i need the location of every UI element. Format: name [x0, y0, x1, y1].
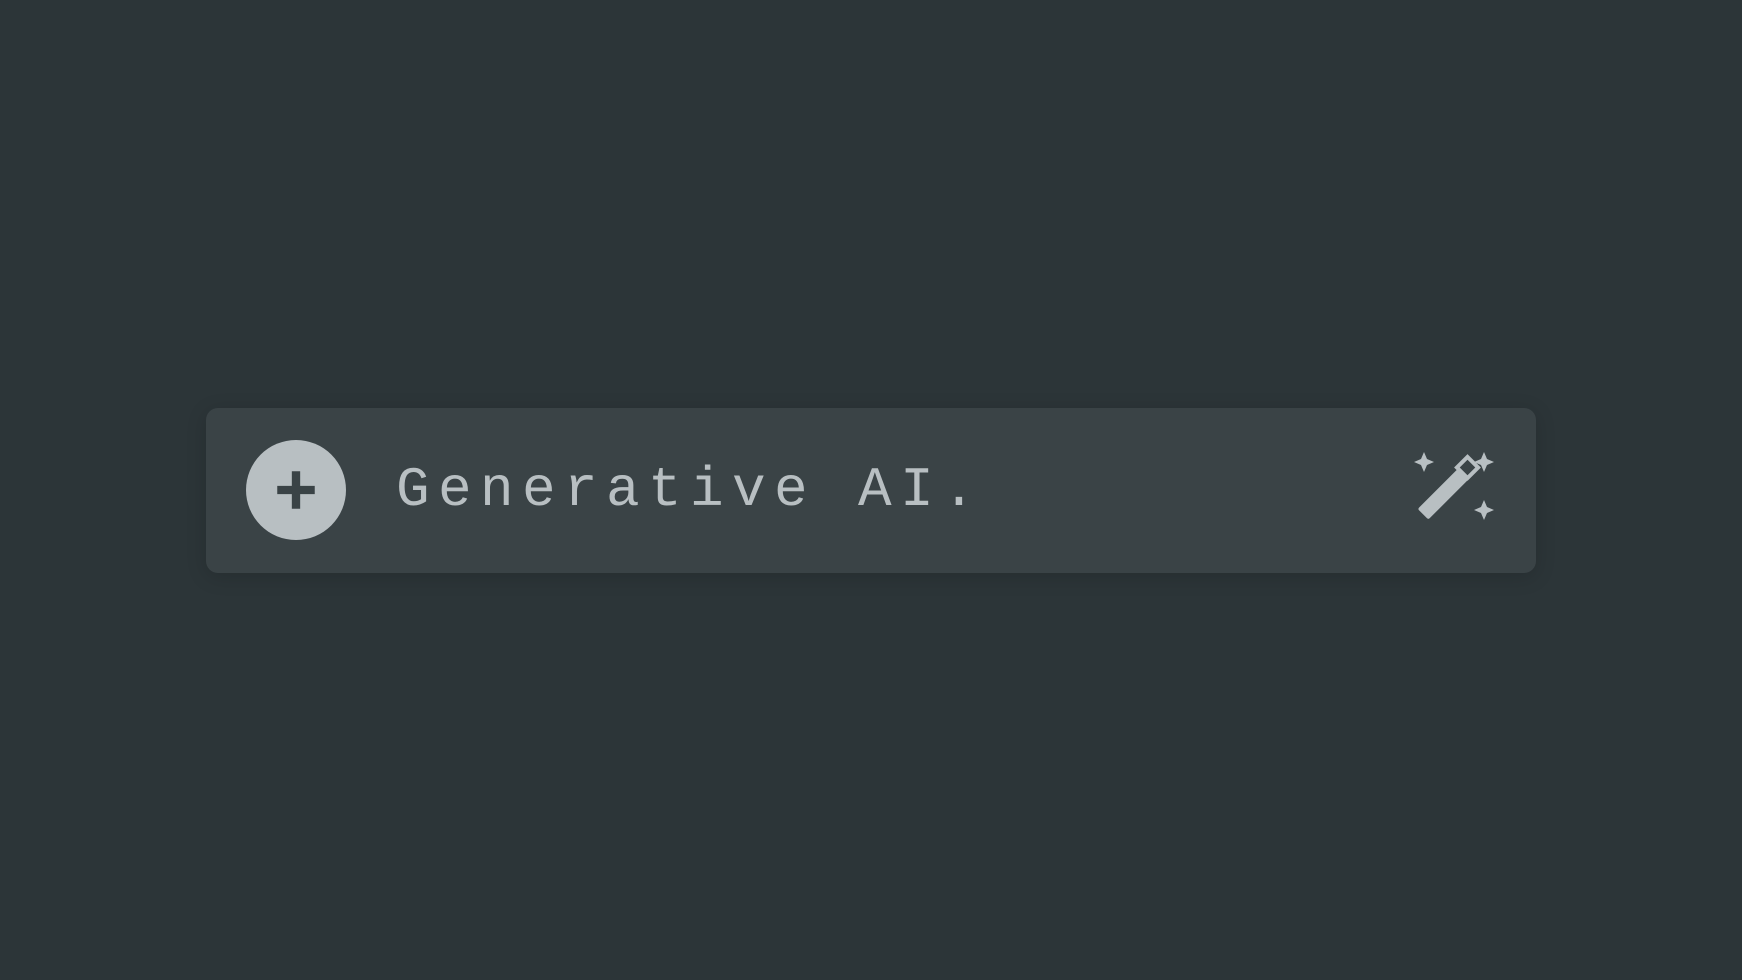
plus-icon — [271, 465, 321, 515]
add-button[interactable] — [246, 440, 346, 540]
generate-button[interactable] — [1396, 440, 1496, 540]
ai-prompt-bar[interactable]: Generative AI. — [206, 408, 1536, 573]
prompt-input[interactable]: Generative AI. — [396, 458, 1396, 522]
magic-wand-icon — [1396, 440, 1496, 540]
